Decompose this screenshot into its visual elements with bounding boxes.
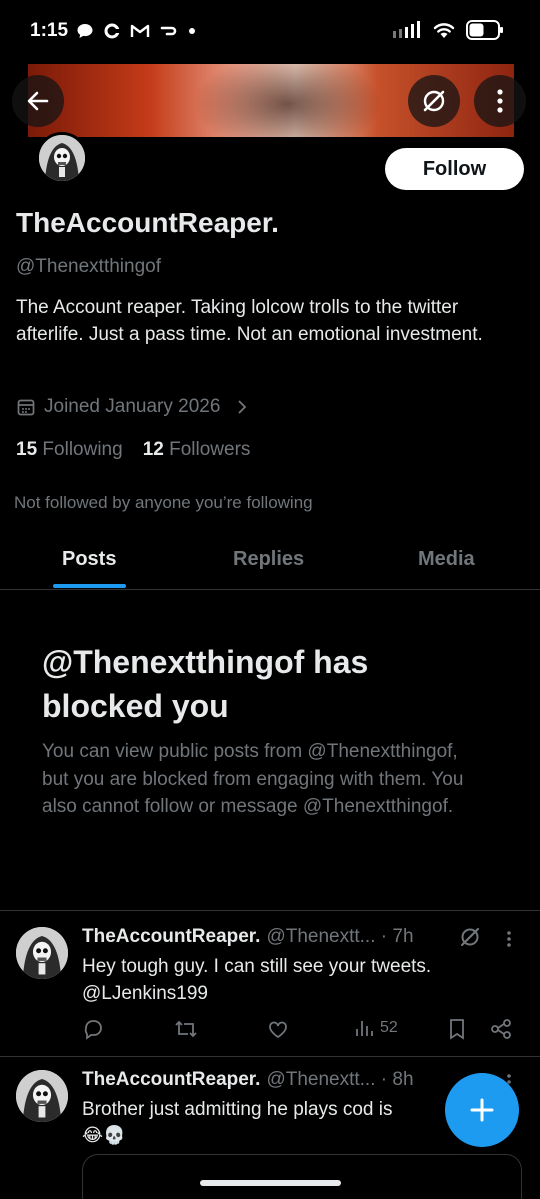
blocked-title: @Thenextthingof has blocked you — [42, 644, 369, 724]
views-count: 52 — [380, 1019, 398, 1036]
like-button[interactable] — [267, 1018, 289, 1040]
follow-button[interactable]: Follow — [385, 148, 524, 190]
share-icon — [491, 1019, 511, 1039]
profile-display-name: TheAccountReaper. — [16, 207, 279, 238]
divider — [0, 1056, 540, 1057]
vertical-dots-icon — [497, 89, 503, 113]
not-followed-notice: Not followed by anyone you’re following — [14, 493, 313, 512]
bookmark-icon — [450, 1019, 464, 1040]
c-app-icon — [104, 23, 120, 39]
joined-text: Joined January 2026 — [44, 396, 221, 417]
repost-button[interactable] — [174, 1018, 198, 1040]
tweet-display-name[interactable]: TheAccountReaper. — [82, 926, 260, 948]
plus-icon — [470, 1098, 494, 1122]
tweet-header: TheAccountReaper. @Thenextt... · 8h — [82, 1069, 414, 1091]
more-options-button[interactable] — [474, 75, 526, 127]
battery-icon — [466, 20, 503, 40]
following-link[interactable]: 15 Following — [16, 439, 123, 461]
chevron-right-icon — [238, 400, 247, 414]
followers-link[interactable]: 12 Followers — [143, 439, 251, 461]
followers-label: Followers — [169, 439, 251, 460]
profile-tabs: Posts Replies Media — [0, 530, 540, 590]
profile-handle: @Thenextthingof — [16, 256, 161, 277]
tweet-text: Hey tough guy. I can still see your twee… — [82, 956, 432, 1004]
views-chart-icon — [356, 1021, 373, 1036]
share-button[interactable] — [490, 1018, 512, 1040]
active-tab-indicator — [53, 584, 126, 588]
tweet-emoji: 😂💀 — [82, 1125, 126, 1145]
grok-button[interactable] — [408, 75, 460, 127]
signal-icon — [393, 21, 420, 38]
tweet-text: Brother just admitting he plays cod is — [82, 1099, 393, 1120]
reaper-skull-icon — [39, 135, 85, 181]
dot-icon — [189, 28, 195, 34]
tweet-header: TheAccountReaper. @Thenextt... · 7h — [82, 926, 414, 948]
bookmark-button[interactable] — [448, 1018, 466, 1040]
tab-replies[interactable]: Replies — [233, 548, 304, 571]
tweet-more-icon[interactable] — [506, 930, 512, 948]
tweet-avatar[interactable] — [16, 927, 68, 979]
follow-counts: 15 Following 12 Followers — [16, 439, 250, 461]
wifi-icon — [433, 23, 455, 38]
reaper-skull-icon — [16, 1070, 68, 1122]
system-icons — [392, 20, 504, 40]
reply-icon — [84, 1020, 102, 1040]
tweet-meta: @Thenextt... · 8h — [266, 1069, 414, 1090]
tab-posts[interactable]: Posts — [62, 548, 116, 571]
grok-icon[interactable] — [458, 925, 482, 949]
reaper-skull-icon — [16, 927, 68, 979]
views-button[interactable]: 52 — [354, 1018, 398, 1038]
arrow-left-icon — [27, 91, 49, 111]
status-bar: 1:15 — [0, 0, 540, 62]
tweet-meta: @Thenextt... · 7h — [266, 926, 414, 947]
repost-icon — [175, 1020, 197, 1038]
tweet-embed-card[interactable] — [82, 1154, 522, 1199]
blocked-description: You can view public posts from @Thenextt… — [42, 741, 464, 817]
home-indicator[interactable] — [200, 1180, 341, 1186]
joined-date[interactable]: Joined January 2026 — [16, 396, 250, 418]
following-count: 15 — [16, 439, 38, 460]
tweet-display-name[interactable]: TheAccountReaper. — [82, 1069, 260, 1091]
following-label: Following — [42, 439, 123, 460]
grok-icon — [423, 90, 445, 112]
tab-media[interactable]: Media — [418, 548, 475, 571]
tweet-actions: 52 — [82, 1018, 522, 1044]
link-app-icon — [160, 26, 177, 36]
profile-avatar[interactable] — [36, 132, 88, 184]
compose-post-button[interactable] — [445, 1073, 519, 1147]
back-button[interactable] — [12, 75, 64, 127]
reply-button[interactable] — [82, 1018, 104, 1040]
chat-bubble-icon — [77, 24, 93, 38]
tweet-avatar[interactable] — [16, 1070, 68, 1122]
notification-icons — [76, 22, 196, 40]
calendar-icon — [17, 399, 35, 416]
divider — [0, 910, 540, 911]
gmail-icon — [130, 24, 150, 37]
followers-count: 12 — [142, 439, 164, 460]
profile-bio: The Account reaper. Taking lolcow trolls… — [16, 297, 483, 345]
heart-icon — [269, 1021, 287, 1039]
status-time: 1:15 — [30, 20, 69, 41]
